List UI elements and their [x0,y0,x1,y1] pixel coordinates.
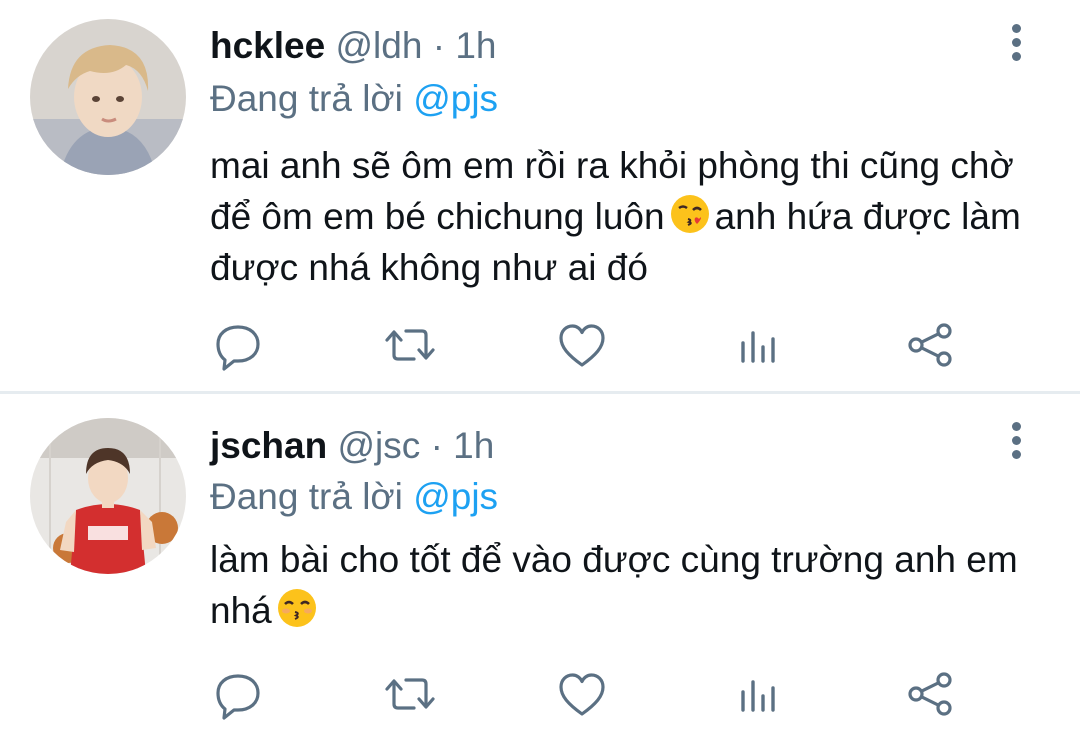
share-icon [908,323,952,367]
action-bar [200,664,980,724]
tweet-header: jschan @jsc · 1h [210,423,494,469]
heart-icon [559,324,605,367]
display-name[interactable]: jschan [210,425,327,466]
user-handle[interactable]: @jsc [338,425,421,466]
more-options-button[interactable] [1004,422,1028,466]
user-handle[interactable]: @ldh [335,25,422,66]
replying-to: Đang trả lời @pjs [210,76,498,122]
retweet-button[interactable] [380,664,440,724]
more-options-button[interactable] [1004,24,1028,68]
separator-dot: · [430,425,443,466]
tweet-text: làm bài cho tốt để vào được cùng trường … [210,534,1050,636]
kissing-heart-emoji-icon [670,195,709,233]
replying-prefix: Đang trả lời [210,476,403,517]
display-name[interactable]: hcklee [210,25,325,66]
share-button[interactable] [900,315,960,375]
timestamp[interactable]: 1h [455,25,496,66]
reply-icon [216,674,260,720]
share-icon [908,672,952,716]
analytics-button[interactable] [728,315,788,375]
share-button[interactable] [900,664,960,724]
retweet-button[interactable] [380,315,440,375]
action-bar [200,315,980,375]
like-button[interactable] [552,664,612,724]
avatar[interactable] [30,19,186,175]
more-vertical-icon [1004,24,1028,61]
more-vertical-icon [1004,422,1028,459]
tweet[interactable]: jschan @jsc · 1h Đang trả lời @pjs làm b… [0,394,1080,731]
reply-icon [216,325,260,371]
kissing-smiling-eyes-emoji-icon [277,589,316,627]
reply-button[interactable] [208,664,268,724]
tweet-header: hcklee @ldh · 1h [210,23,496,69]
retweet-icon [385,678,435,710]
analytics-icon [741,680,775,712]
analytics-icon [741,331,775,363]
replying-prefix: Đang trả lời [210,78,403,119]
mention-link[interactable]: @pjs [413,476,498,517]
retweet-icon [385,329,435,361]
reply-button[interactable] [208,315,268,375]
like-button[interactable] [552,315,612,375]
separator-dot: · [432,25,446,66]
analytics-button[interactable] [728,664,788,724]
avatar[interactable] [30,418,186,574]
mention-link[interactable]: @pjs [413,78,498,119]
tweet-text: mai anh sẽ ôm em rồi ra khỏi phòng thi c… [210,140,1050,293]
heart-icon [559,673,605,716]
tweet-text-part: làm bài cho tốt để vào được cùng trường … [210,539,1018,631]
timestamp[interactable]: 1h [453,425,494,466]
replying-to: Đang trả lời @pjs [210,474,498,520]
tweet[interactable]: hcklee @ldh · 1h Đang trả lời @pjs mai a… [0,0,1080,392]
